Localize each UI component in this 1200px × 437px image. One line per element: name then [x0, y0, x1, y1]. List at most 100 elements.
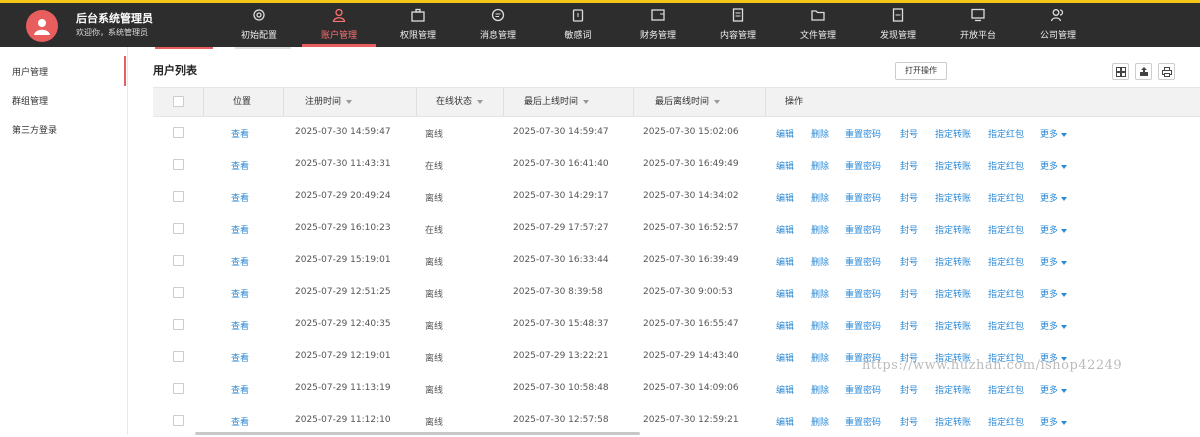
- sidebar-item-third-party-login[interactable]: 第三方登录: [12, 123, 57, 136]
- edit-link[interactable]: 编辑: [776, 223, 794, 236]
- columns-button[interactable]: [1112, 63, 1129, 80]
- edit-link[interactable]: 编辑: [776, 287, 794, 300]
- red-packet-link[interactable]: 指定红包: [988, 223, 1024, 236]
- nav-item-0[interactable]: 初始配置: [219, 3, 299, 47]
- select-all-checkbox[interactable]: [173, 96, 184, 107]
- delete-link[interactable]: 删除: [811, 255, 829, 268]
- nav-item-10[interactable]: 公司管理: [1018, 3, 1098, 47]
- more-dropdown[interactable]: 更多: [1040, 223, 1068, 236]
- edit-link[interactable]: 编辑: [776, 255, 794, 268]
- header-last-offline[interactable]: 最后离线时间: [655, 88, 721, 116]
- view-link[interactable]: 查看: [231, 191, 249, 204]
- row-checkbox[interactable]: [173, 383, 184, 394]
- ban-link[interactable]: 封号: [900, 191, 918, 204]
- header-online-status[interactable]: 在线状态: [436, 88, 484, 116]
- red-packet-link[interactable]: 指定红包: [988, 255, 1024, 268]
- edit-link[interactable]: 编辑: [776, 127, 794, 140]
- nav-item-3[interactable]: 消息管理: [458, 3, 538, 47]
- more-dropdown[interactable]: 更多: [1040, 127, 1068, 140]
- sidebar-item-users[interactable]: 用户管理: [12, 65, 48, 78]
- row-checkbox[interactable]: [173, 223, 184, 234]
- view-link[interactable]: 查看: [231, 223, 249, 236]
- row-checkbox[interactable]: [173, 191, 184, 202]
- row-checkbox[interactable]: [173, 255, 184, 266]
- ban-link[interactable]: 封号: [900, 319, 918, 332]
- row-checkbox[interactable]: [173, 351, 184, 362]
- reset-password-link[interactable]: 重置密码: [845, 255, 881, 268]
- delete-link[interactable]: 删除: [811, 351, 829, 364]
- view-link[interactable]: 查看: [231, 287, 249, 300]
- reset-password-link[interactable]: 重置密码: [845, 223, 881, 236]
- nav-item-9[interactable]: 开放平台: [938, 3, 1018, 47]
- view-link[interactable]: 查看: [231, 415, 249, 428]
- nav-item-7[interactable]: 文件管理: [778, 3, 858, 47]
- edit-link[interactable]: 编辑: [776, 415, 794, 428]
- avatar[interactable]: [26, 10, 58, 42]
- ban-link[interactable]: 封号: [900, 255, 918, 268]
- reset-password-link[interactable]: 重置密码: [845, 127, 881, 140]
- edit-link[interactable]: 编辑: [776, 191, 794, 204]
- row-checkbox[interactable]: [173, 159, 184, 170]
- transfer-link[interactable]: 指定转账: [935, 383, 971, 396]
- row-checkbox[interactable]: [173, 319, 184, 330]
- nav-item-5[interactable]: 财务管理: [618, 3, 698, 47]
- ban-link[interactable]: 封号: [900, 159, 918, 172]
- reset-password-link[interactable]: 重置密码: [845, 319, 881, 332]
- edit-link[interactable]: 编辑: [776, 351, 794, 364]
- more-dropdown[interactable]: 更多: [1040, 319, 1068, 332]
- sidebar-item-groups[interactable]: 群组管理: [12, 94, 48, 107]
- more-dropdown[interactable]: 更多: [1040, 159, 1068, 172]
- view-link[interactable]: 查看: [231, 127, 249, 140]
- row-checkbox[interactable]: [173, 287, 184, 298]
- table-row[interactable]: 查看 2025-07-30 14:59:47 离线 2025-07-30 14:59:…: [153, 117, 1200, 149]
- table-row[interactable]: 查看 2025-07-29 11:13:19 离线 2025-07-30 10:58:…: [153, 373, 1200, 405]
- transfer-link[interactable]: 指定转账: [935, 223, 971, 236]
- delete-link[interactable]: 删除: [811, 415, 829, 428]
- transfer-link[interactable]: 指定转账: [935, 255, 971, 268]
- header-last-online[interactable]: 最后上线时间: [524, 88, 590, 116]
- transfer-link[interactable]: 指定转账: [935, 159, 971, 172]
- nav-item-4[interactable]: 敏感词: [538, 3, 618, 47]
- red-packet-link[interactable]: 指定红包: [988, 319, 1024, 332]
- more-dropdown[interactable]: 更多: [1040, 191, 1068, 204]
- table-row[interactable]: 查看 2025-07-29 20:49:24 离线 2025-07-30 14:29:…: [153, 181, 1200, 213]
- delete-link[interactable]: 删除: [811, 383, 829, 396]
- red-packet-link[interactable]: 指定红包: [988, 383, 1024, 396]
- red-packet-link[interactable]: 指定红包: [988, 127, 1024, 140]
- ban-link[interactable]: 封号: [900, 383, 918, 396]
- reset-password-link[interactable]: 重置密码: [845, 415, 881, 428]
- print-button[interactable]: [1158, 63, 1175, 80]
- delete-link[interactable]: 删除: [811, 319, 829, 332]
- open-actions-button[interactable]: 打开操作: [895, 62, 947, 80]
- more-dropdown[interactable]: 更多: [1040, 255, 1068, 268]
- table-row[interactable]: 查看 2025-07-29 12:51:25 离线 2025-07-30 8:39:5…: [153, 277, 1200, 309]
- nav-item-6[interactable]: 内容管理: [698, 3, 778, 47]
- red-packet-link[interactable]: 指定红包: [988, 287, 1024, 300]
- red-packet-link[interactable]: 指定红包: [988, 159, 1024, 172]
- view-link[interactable]: 查看: [231, 383, 249, 396]
- export-button[interactable]: [1135, 63, 1152, 80]
- ban-link[interactable]: 封号: [900, 415, 918, 428]
- delete-link[interactable]: 删除: [811, 287, 829, 300]
- header-register-time[interactable]: 注册时间: [305, 88, 353, 116]
- ban-link[interactable]: 封号: [900, 223, 918, 236]
- transfer-link[interactable]: 指定转账: [935, 127, 971, 140]
- ban-link[interactable]: 封号: [900, 127, 918, 140]
- nav-item-8[interactable]: 发现管理: [858, 3, 938, 47]
- transfer-link[interactable]: 指定转账: [935, 191, 971, 204]
- view-link[interactable]: 查看: [231, 255, 249, 268]
- row-checkbox[interactable]: [173, 127, 184, 138]
- view-link[interactable]: 查看: [231, 319, 249, 332]
- edit-link[interactable]: 编辑: [776, 319, 794, 332]
- reset-password-link[interactable]: 重置密码: [845, 287, 881, 300]
- reset-password-link[interactable]: 重置密码: [845, 159, 881, 172]
- transfer-link[interactable]: 指定转账: [935, 319, 971, 332]
- nav-item-2[interactable]: 权限管理: [378, 3, 458, 47]
- delete-link[interactable]: 删除: [811, 223, 829, 236]
- red-packet-link[interactable]: 指定红包: [988, 191, 1024, 204]
- view-link[interactable]: 查看: [231, 351, 249, 364]
- delete-link[interactable]: 删除: [811, 191, 829, 204]
- transfer-link[interactable]: 指定转账: [935, 287, 971, 300]
- edit-link[interactable]: 编辑: [776, 159, 794, 172]
- more-dropdown[interactable]: 更多: [1040, 415, 1068, 428]
